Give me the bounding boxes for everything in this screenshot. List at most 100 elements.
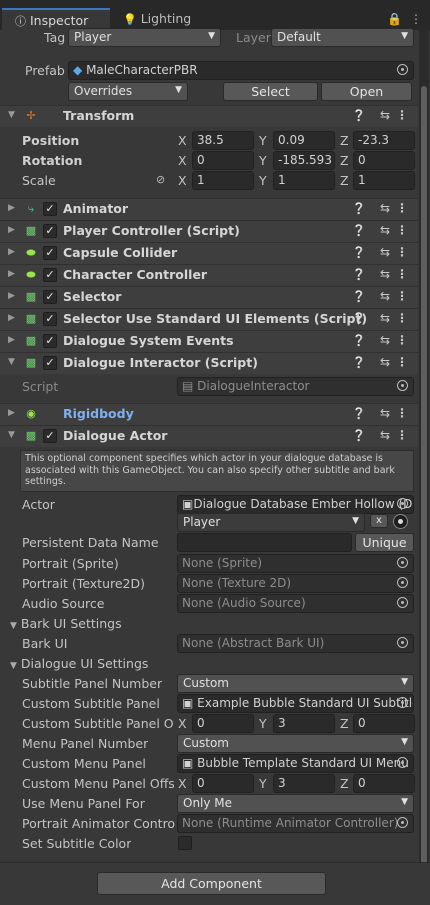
foldout-closed-icon[interactable]: ▶ bbox=[8, 225, 15, 235]
foldout-closed-icon[interactable]: ▶ bbox=[8, 408, 15, 418]
portrait-sprite-field[interactable]: None (Sprite) bbox=[177, 554, 414, 573]
object-picker-icon[interactable] bbox=[397, 64, 408, 75]
subtitle-offset-x-field[interactable]: 0 bbox=[192, 714, 254, 733]
actor-database-field[interactable]: ▣Dialogue Database Ember Hollow (D bbox=[177, 495, 414, 514]
component-selector[interactable]: ▶ ▩ ✓ Selector ❔ ⇆ ⋮ bbox=[0, 286, 418, 308]
enabled-checkbox[interactable]: ✓ bbox=[43, 429, 57, 443]
presets-icon[interactable]: ⇆ bbox=[380, 108, 390, 122]
help-icon[interactable]: ❔ bbox=[352, 246, 366, 259]
custom-subtitle-panel-field[interactable]: ▣ Example Bubble Standard UI Subtitle bbox=[177, 694, 414, 713]
tab-inspector[interactable]: ⓘ Inspector bbox=[2, 8, 110, 30]
object-picker-icon[interactable] bbox=[397, 498, 408, 509]
enabled-checkbox[interactable]: ✓ bbox=[43, 290, 57, 304]
foldout-closed-icon[interactable]: ▶ bbox=[8, 203, 15, 213]
presets-icon[interactable]: ⇆ bbox=[380, 267, 390, 281]
component-player-controller[interactable]: ▶ ▩ ✓ Player Controller (Script) ❔ ⇆ ⋮ bbox=[0, 220, 418, 242]
foldout-open-icon[interactable]: ▼ bbox=[8, 430, 15, 440]
help-icon[interactable]: ❔ bbox=[352, 312, 366, 325]
help-icon[interactable]: ❔ bbox=[352, 356, 366, 369]
portrait-animator-field[interactable]: None (Runtime Animator Controller) bbox=[177, 814, 414, 833]
enabled-checkbox[interactable]: ✓ bbox=[43, 356, 57, 370]
more-icon[interactable]: ⋮ bbox=[410, 12, 422, 26]
position-x-field[interactable]: 38.5 bbox=[192, 131, 254, 150]
foldout-closed-icon[interactable]: ▶ bbox=[8, 335, 15, 345]
context-menu-icon[interactable]: ⋮ bbox=[396, 267, 408, 281]
subtitle-panel-number-dropdown[interactable]: Custom ▼ bbox=[177, 674, 414, 693]
select-button[interactable]: Select bbox=[223, 82, 318, 101]
rotation-y-field[interactable]: -185.593 bbox=[273, 151, 335, 170]
help-icon[interactable]: ❔ bbox=[352, 109, 366, 122]
presets-icon[interactable]: ⇆ bbox=[380, 333, 390, 347]
persistent-data-field[interactable] bbox=[177, 533, 352, 552]
portrait-texture-field[interactable]: None (Texture 2D) bbox=[177, 574, 414, 593]
menu-offset-x-field[interactable]: 0 bbox=[192, 774, 254, 793]
object-picker-icon[interactable] bbox=[397, 597, 408, 608]
context-menu-icon[interactable]: ⋮ bbox=[396, 428, 408, 442]
prefab-field[interactable]: ◆ MaleCharacterPBR bbox=[68, 61, 414, 80]
context-menu-icon[interactable]: ⋮ bbox=[396, 201, 408, 215]
object-picker-icon[interactable] bbox=[397, 697, 408, 708]
tab-lighting[interactable]: 💡 Lighting bbox=[110, 8, 210, 30]
presets-icon[interactable]: ⇆ bbox=[380, 223, 390, 237]
foldout-closed-icon[interactable]: ▶ bbox=[8, 269, 15, 279]
actor-dropdown[interactable]: Player ▼ bbox=[177, 513, 365, 532]
audio-source-field[interactable]: None (Audio Source) bbox=[177, 594, 414, 613]
foldout-open-icon[interactable]: ▼ bbox=[8, 110, 15, 120]
context-menu-icon[interactable]: ⋮ bbox=[396, 245, 408, 259]
bark-ui-field[interactable]: None (Abstract Bark UI) bbox=[177, 634, 414, 653]
subtitle-offset-z-field[interactable]: 0 bbox=[353, 714, 415, 733]
presets-icon[interactable]: ⇆ bbox=[380, 289, 390, 303]
object-picker-icon[interactable] bbox=[397, 637, 408, 648]
component-selector-standard-ui[interactable]: ▶ ▩ ✓ Selector Use Standard UI Elements … bbox=[0, 308, 418, 330]
context-menu-icon[interactable]: ⋮ bbox=[396, 333, 408, 347]
scrollbar-thumb[interactable] bbox=[421, 86, 427, 881]
menu-panel-number-dropdown[interactable]: Custom ▼ bbox=[177, 734, 414, 753]
help-icon[interactable]: ❔ bbox=[352, 224, 366, 237]
use-menu-panel-dropdown[interactable]: Only Me ▼ bbox=[177, 794, 414, 813]
foldout-closed-icon[interactable]: ▶ bbox=[8, 313, 15, 323]
subtitle-offset-y-field[interactable]: 3 bbox=[273, 714, 335, 733]
rotation-x-field[interactable]: 0 bbox=[192, 151, 254, 170]
component-capsule-collider[interactable]: ▶ ⬬ ✓ Capsule Collider ❔ ⇆ ⋮ bbox=[0, 242, 418, 264]
help-icon[interactable]: ❔ bbox=[352, 407, 366, 420]
menu-offset-z-field[interactable]: 0 bbox=[353, 774, 415, 793]
subtitle-color-checkbox[interactable] bbox=[178, 836, 192, 850]
context-menu-icon[interactable]: ⋮ bbox=[396, 108, 408, 122]
layer-dropdown[interactable]: Default ▼ bbox=[271, 28, 414, 47]
presets-icon[interactable]: ⇆ bbox=[380, 311, 390, 325]
tag-dropdown[interactable]: Player ▼ bbox=[68, 28, 221, 47]
help-icon[interactable]: ❔ bbox=[352, 202, 366, 215]
position-y-field[interactable]: 0.09 bbox=[273, 131, 335, 150]
scale-z-field[interactable]: 1 bbox=[353, 171, 415, 190]
unique-button[interactable]: Unique bbox=[355, 533, 414, 552]
presets-icon[interactable]: ⇆ bbox=[380, 355, 390, 369]
menu-offset-y-field[interactable]: 3 bbox=[273, 774, 335, 793]
enabled-checkbox[interactable]: ✓ bbox=[43, 312, 57, 326]
context-menu-icon[interactable]: ⋮ bbox=[396, 289, 408, 303]
object-picker-icon[interactable] bbox=[397, 757, 408, 768]
clear-actor-button[interactable]: x bbox=[370, 514, 388, 528]
presets-icon[interactable]: ⇆ bbox=[380, 245, 390, 259]
help-icon[interactable]: ❔ bbox=[352, 429, 366, 442]
context-menu-icon[interactable]: ⋮ bbox=[396, 223, 408, 237]
overrides-dropdown[interactable]: Overrides ▼ bbox=[68, 82, 188, 101]
component-character-controller[interactable]: ▶ ⬬ ✓ Character Controller ❔ ⇆ ⋮ bbox=[0, 264, 418, 286]
enabled-checkbox[interactable]: ✓ bbox=[43, 246, 57, 260]
position-z-field[interactable]: -23.3 bbox=[353, 131, 415, 150]
context-menu-icon[interactable]: ⋮ bbox=[396, 406, 408, 420]
scrollbar[interactable] bbox=[419, 30, 429, 881]
component-animator[interactable]: ▶ ⤷ ✓ Animator ❔ ⇆ ⋮ bbox=[0, 198, 418, 220]
transform-header[interactable]: ▼ ✢ Transform ❔ ⇆ ⋮ bbox=[0, 105, 418, 127]
enabled-checkbox[interactable]: ✓ bbox=[43, 202, 57, 216]
context-menu-icon[interactable]: ⋮ bbox=[396, 355, 408, 369]
object-picker-icon[interactable] bbox=[397, 817, 408, 828]
presets-icon[interactable]: ⇆ bbox=[380, 201, 390, 215]
scale-y-field[interactable]: 1 bbox=[273, 171, 335, 190]
presets-icon[interactable]: ⇆ bbox=[380, 406, 390, 420]
context-menu-icon[interactable]: ⋮ bbox=[396, 311, 408, 325]
object-picker-icon[interactable] bbox=[397, 577, 408, 588]
add-component-button[interactable]: Add Component bbox=[97, 872, 326, 895]
help-icon[interactable]: ❔ bbox=[352, 290, 366, 303]
component-dialogue-actor[interactable]: ▼ ▩ ✓ Dialogue Actor ❔ ⇆ ⋮ bbox=[0, 425, 418, 447]
presets-icon[interactable]: ⇆ bbox=[380, 428, 390, 442]
